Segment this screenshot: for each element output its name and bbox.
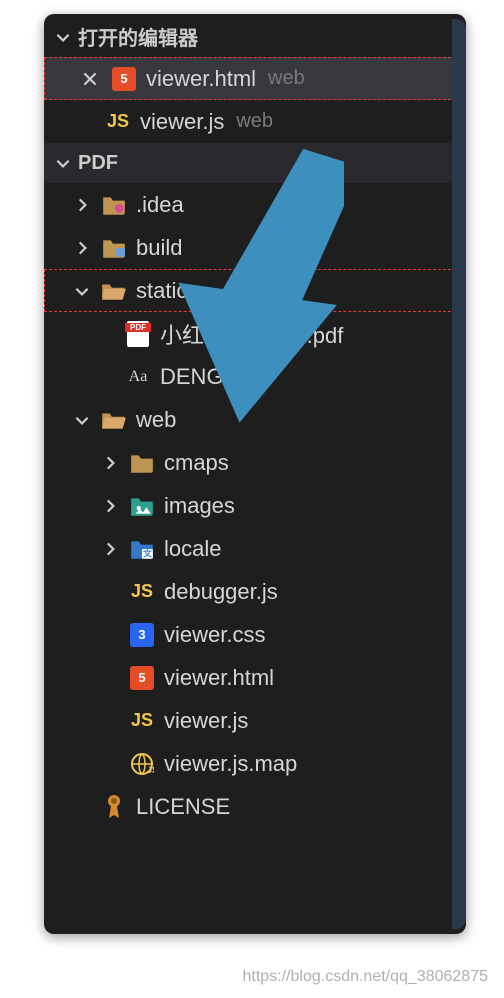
license-icon [100, 793, 128, 821]
tree-item-viewer-js[interactable]: JS viewer.js [44, 699, 466, 742]
tree-item-font[interactable]: Aa DENG.TTF [44, 355, 466, 398]
tree-item-idea[interactable]: .idea [44, 183, 466, 226]
folder-label: .idea [136, 192, 184, 218]
folder-icon [100, 234, 128, 262]
js-icon: JS [128, 707, 156, 735]
tree-item-static[interactable]: static [44, 269, 466, 312]
folder-open-icon [100, 277, 128, 305]
open-editors-title: 打开的编辑器 [78, 22, 198, 51]
folder-icon [100, 191, 128, 219]
tree-item-cmaps[interactable]: cmaps [44, 441, 466, 484]
folder-icon [128, 449, 156, 477]
explorer-panel: 打开的编辑器 5 viewer.html web JS viewer.js we… [44, 14, 466, 934]
open-editors-header[interactable]: 打开的编辑器 [44, 14, 466, 57]
close-icon[interactable] [78, 70, 102, 88]
folder-label: web [136, 407, 176, 433]
project-header[interactable]: PDF [44, 143, 466, 183]
chevron-right-icon [72, 196, 92, 214]
file-label: 小红书(第四版).pdf [160, 318, 343, 350]
file-label: viewer.js [140, 109, 224, 135]
svg-text:JS: JS [147, 765, 154, 775]
chevron-down-icon [54, 154, 72, 172]
folder-label: images [164, 493, 235, 519]
chevron-right-icon [100, 540, 120, 558]
file-label: debugger.js [164, 579, 278, 605]
file-label: viewer.html [164, 665, 274, 691]
tree-item-viewer-html[interactable]: 5 viewer.html [44, 656, 466, 699]
chevron-right-icon [100, 454, 120, 472]
tree-item-viewer-map[interactable]: JS viewer.js.map [44, 742, 466, 785]
file-label: viewer.html [146, 66, 256, 92]
tree-item-web[interactable]: web [44, 398, 466, 441]
folder-locale-icon: 文 [128, 535, 156, 563]
js-icon: JS [128, 578, 156, 606]
file-label: viewer.js [164, 708, 248, 734]
open-editor-item[interactable]: 5 viewer.html web [44, 57, 466, 100]
file-label: viewer.css [164, 622, 265, 648]
open-editor-item[interactable]: JS viewer.js web [44, 100, 466, 143]
folder-images-icon [128, 492, 156, 520]
html5-icon: 5 [128, 664, 156, 692]
tree-item-pdf[interactable]: 小红书(第四版).pdf [44, 312, 466, 355]
folder-open-icon [100, 406, 128, 434]
file-label: DENG.TTF [160, 364, 270, 390]
chevron-down-icon [54, 28, 72, 46]
tree-item-locale[interactable]: 文 locale [44, 527, 466, 570]
project-title: PDF [78, 152, 118, 175]
tree-item-debugger[interactable]: JS debugger.js [44, 570, 466, 613]
folder-label: cmaps [164, 450, 229, 476]
tree-item-images[interactable]: images [44, 484, 466, 527]
folder-label: locale [164, 536, 221, 562]
folder-label: build [136, 235, 182, 261]
html5-icon: 5 [110, 65, 138, 93]
js-icon: JS [104, 108, 132, 136]
watermark: https://blog.csdn.net/qq_38062875 [242, 968, 488, 986]
chevron-down-icon [72, 411, 92, 429]
file-label: LICENSE [136, 794, 230, 820]
chevron-right-icon [100, 497, 120, 515]
file-dir: web [236, 110, 273, 133]
right-edge-decoration [452, 19, 466, 929]
chevron-down-icon [72, 282, 92, 300]
tree-item-viewer-css[interactable]: 3 viewer.css [44, 613, 466, 656]
folder-label: static [136, 278, 187, 304]
pdf-icon [124, 320, 152, 348]
css-icon: 3 [128, 621, 156, 649]
chevron-right-icon [72, 239, 92, 257]
file-dir: web [268, 67, 305, 90]
svg-text:文: 文 [142, 547, 152, 558]
file-label: viewer.js.map [164, 751, 297, 777]
tree-item-license[interactable]: LICENSE [44, 785, 466, 828]
map-icon: JS [128, 750, 156, 778]
tree-item-build[interactable]: build [44, 226, 466, 269]
font-icon: Aa [124, 363, 152, 391]
